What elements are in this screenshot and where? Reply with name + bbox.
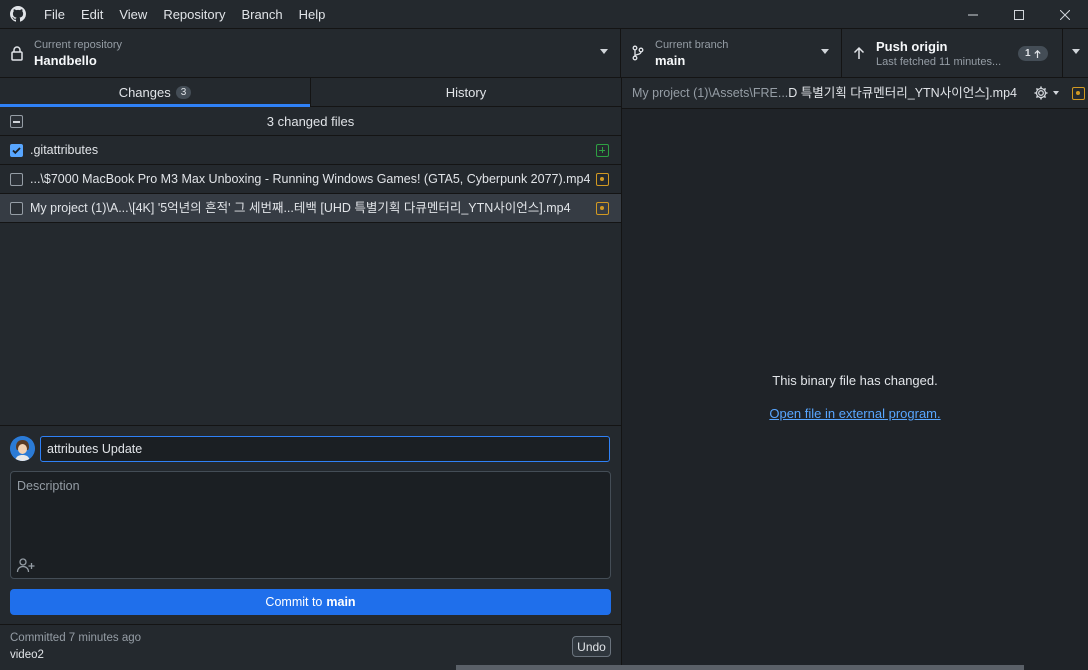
file-row-selected[interactable]: My project (1)\A...\[4K] '5억년의 흔적' 그 세번째… xyxy=(0,194,621,223)
toolbar: Current repository Handbello Current bra… xyxy=(0,29,1088,78)
changed-files-header: 3 changed files xyxy=(0,107,621,136)
current-repository-label: Current repository xyxy=(34,38,123,51)
menu-branch[interactable]: Branch xyxy=(233,0,290,29)
chevron-down-icon[interactable] xyxy=(1053,91,1059,95)
commit-message-area: Commit to main xyxy=(0,425,621,624)
menu-repository[interactable]: Repository xyxy=(155,0,233,29)
branch-icon xyxy=(621,45,655,61)
menu-file[interactable]: File xyxy=(36,0,73,29)
select-all-checkbox[interactable] xyxy=(10,115,23,128)
file-checkbox[interactable] xyxy=(10,144,23,157)
lock-icon xyxy=(0,45,34,61)
tab-history[interactable]: History xyxy=(310,78,621,106)
title-bar: File Edit View Repository Branch Help xyxy=(0,0,1088,29)
commit-description-box xyxy=(10,471,611,579)
gear-icon[interactable] xyxy=(1033,85,1049,101)
changes-pane: Changes 3 History 3 changed files .gitat… xyxy=(0,78,622,670)
tab-history-label: History xyxy=(445,84,487,100)
current-branch-button[interactable]: Current branch main xyxy=(621,29,842,77)
commit-button-branch: main xyxy=(326,595,356,609)
file-checkbox[interactable] xyxy=(10,202,23,215)
file-modified-icon xyxy=(1072,87,1085,100)
chevron-down-icon xyxy=(1072,49,1080,54)
arrow-up-icon xyxy=(842,46,876,60)
push-count: 1 xyxy=(1025,48,1031,59)
push-count-badge: 1 xyxy=(1018,46,1048,61)
file-row[interactable]: ...\$7000 MacBook Pro M3 Max Unboxing - … xyxy=(0,165,621,194)
file-modified-icon xyxy=(596,173,609,186)
file-modified-icon xyxy=(596,202,609,215)
current-branch-label: Current branch xyxy=(655,38,729,51)
maximize-button[interactable] xyxy=(996,0,1042,29)
current-repository-button[interactable]: Current repository Handbello xyxy=(0,29,621,77)
add-coauthor-icon[interactable] xyxy=(16,556,36,574)
tab-changes-label: Changes xyxy=(118,84,171,100)
arrow-up-icon xyxy=(1033,49,1041,58)
close-button[interactable] xyxy=(1042,0,1088,29)
file-row[interactable]: .gitattributes xyxy=(0,136,621,165)
push-origin-button[interactable]: Push origin Last fetched 11 minutes... 1 xyxy=(842,29,1088,77)
chevron-down-icon xyxy=(600,49,608,54)
diff-pane: My project (1)\Assets\FRE...D 특별기획 다큐멘터리… xyxy=(622,78,1088,670)
file-name: My project (1)\A...\[4K] '5억년의 흔적' 그 세번째… xyxy=(30,201,571,215)
commit-button-prefix: Commit to xyxy=(265,595,323,609)
push-options-dropdown[interactable] xyxy=(1062,29,1088,77)
repository-name: Handbello xyxy=(34,52,97,68)
tab-bar: Changes 3 History xyxy=(0,78,621,107)
close-icon xyxy=(1060,9,1070,20)
file-name: ...\$7000 MacBook Pro M3 Max Unboxing - … xyxy=(30,172,590,186)
github-logo-icon xyxy=(0,0,36,29)
last-commit-time: Committed 7 minutes ago xyxy=(10,632,142,644)
commit-description-input[interactable] xyxy=(11,472,610,552)
commit-button[interactable]: Commit to main xyxy=(10,589,611,615)
changes-count-badge: 3 xyxy=(175,85,192,99)
user-avatar-icon xyxy=(10,436,35,461)
open-external-link[interactable]: Open file in external program. xyxy=(622,406,1088,421)
diff-path-file: D 특별기획 다큐멘터리_YTN사이언스].mp4 xyxy=(788,86,1017,100)
branch-name: main xyxy=(655,52,686,68)
menu-help[interactable]: Help xyxy=(291,0,334,29)
undo-button[interactable]: Undo xyxy=(572,636,611,657)
file-checkbox[interactable] xyxy=(10,173,23,186)
maximize-icon xyxy=(1014,9,1024,20)
diff-file-path: My project (1)\Assets\FRE...D 특별기획 다큐멘터리… xyxy=(632,78,1017,109)
checkmark-icon xyxy=(12,147,21,155)
tab-changes[interactable]: Changes 3 xyxy=(0,78,310,107)
avatar xyxy=(10,436,35,461)
diff-path-dir: My project (1)\Assets\FRE... xyxy=(632,86,789,100)
menu-bar: File Edit View Repository Branch Help xyxy=(36,0,333,29)
binary-file-message: This binary file has changed. xyxy=(772,373,938,388)
file-added-icon xyxy=(596,144,609,157)
push-origin-title: Push origin xyxy=(876,38,948,54)
minimize-icon xyxy=(968,14,978,15)
chevron-down-icon xyxy=(821,49,829,54)
menu-edit[interactable]: Edit xyxy=(73,0,111,29)
commit-summary-input[interactable] xyxy=(40,436,610,462)
last-fetched-text: Last fetched 11 minutes... xyxy=(876,55,1002,68)
horizontal-scrollbar[interactable] xyxy=(456,665,1024,670)
minimize-button[interactable] xyxy=(950,0,996,29)
menu-view[interactable]: View xyxy=(111,0,155,29)
diff-header: My project (1)\Assets\FRE...D 특별기획 다큐멘터리… xyxy=(622,78,1088,109)
window-controls xyxy=(950,0,1088,29)
file-name: .gitattributes xyxy=(30,143,99,157)
last-commit-info: Committed 7 minutes ago video2 Undo xyxy=(0,624,621,670)
last-commit-message: video2 xyxy=(10,649,44,661)
changed-files-count: 3 changed files xyxy=(266,113,355,129)
